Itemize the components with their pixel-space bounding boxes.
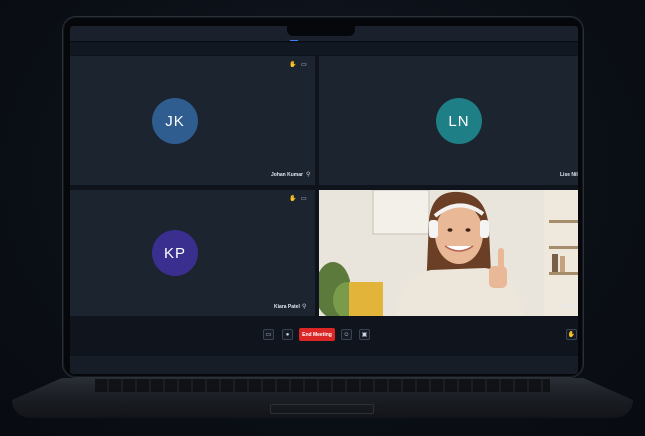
mic-icon: ⚲ [306, 172, 311, 178]
camera-off-icon[interactable]: ▭ [301, 195, 307, 202]
participant-name: Johan Kumar [271, 172, 303, 178]
raise-hand-icon[interactable]: ✋ [289, 61, 296, 68]
keyboard [95, 379, 550, 392]
participant-tile[interactable]: LN Lise Nil [319, 56, 578, 185]
screen-share-icon[interactable]: ▭ [263, 329, 274, 340]
participant-tile[interactable]: ✋ ▭ JK Johan Kumar ⚲ [70, 56, 315, 185]
participant-video[interactable]: Liza Pe [319, 190, 578, 316]
record-icon[interactable]: ● [282, 329, 293, 340]
layout-icon[interactable]: ▣ [359, 329, 370, 340]
camera-notch [287, 26, 355, 36]
bottom-strip [70, 356, 578, 374]
raise-hand-icon[interactable]: ✋ [566, 329, 577, 340]
meeting-controls: ▭ ● End Meeting ☺ ▣ ✋ [70, 318, 578, 354]
avatar: JK [152, 98, 198, 144]
meeting-screen: E ✋ ▭ JK Johan Kumar ⚲ LN Lise Nil ✋ ▭ K… [70, 26, 578, 374]
emoji-icon[interactable]: ☺ [341, 329, 352, 340]
raise-hand-icon[interactable]: ✋ [289, 195, 296, 202]
end-meeting-button[interactable]: End Meeting [299, 328, 335, 341]
video-frame [319, 190, 578, 316]
avatar: LN [436, 98, 482, 144]
camera-off-icon[interactable]: ▭ [301, 61, 307, 68]
participant-name: Lise Nil [560, 172, 578, 178]
mic-icon: ⚲ [302, 304, 307, 310]
tab-underline [290, 40, 298, 41]
trackpad [270, 404, 374, 414]
avatar: KP [152, 230, 198, 276]
participant-tile[interactable]: ✋ ▭ KP Kiara Patel ⚲ [70, 190, 315, 316]
participant-name: Kiara Patel [274, 304, 300, 310]
participant-name: Liza Pe [560, 304, 578, 310]
sub-toolbar [70, 43, 578, 55]
